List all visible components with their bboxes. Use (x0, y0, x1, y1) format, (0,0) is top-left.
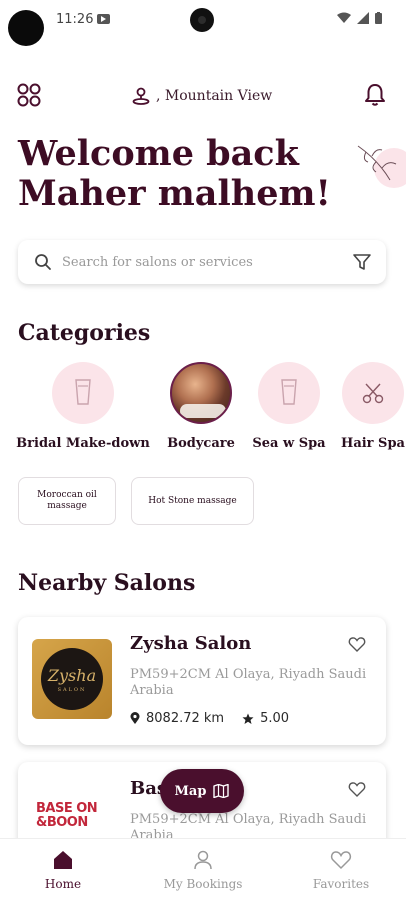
bell-icon[interactable] (362, 82, 388, 108)
top-bar: , Mountain View (0, 78, 406, 114)
favorite-heart-icon[interactable] (348, 780, 366, 798)
category-icon-circle (52, 362, 114, 424)
nav-favorites-label: Favorites (312, 877, 370, 891)
salon-address: PM59+2CM Al Olaya, Riyadh Saudi Arabia (130, 667, 367, 698)
category-label: Hair Spa (341, 436, 405, 451)
category-bridal-make-down[interactable]: Bridal Make-down (16, 362, 150, 451)
status-time: 11:26 (56, 12, 94, 27)
category-icon-circle (342, 362, 404, 424)
bottle-icon (281, 379, 297, 405)
location-label: , Mountain View (156, 88, 273, 104)
category-label: Sea w Spa (252, 436, 326, 451)
category-sea-w-spa[interactable]: Sea w Spa (250, 362, 328, 451)
map-icon (213, 784, 230, 798)
star-icon (242, 713, 254, 724)
salon-logo-script: Zysha (47, 665, 97, 685)
bottom-nav: Home My Bookings Favorites (0, 838, 406, 900)
salon-meta: 8082.72 km 5.00 (130, 711, 289, 726)
scissors-icon (362, 383, 384, 404)
search-input[interactable] (62, 254, 332, 270)
salon-logo-mark: Zysha SALON (41, 648, 103, 710)
camera-cutout (8, 10, 44, 46)
nav-home-label: Home (44, 877, 82, 891)
category-label: Bridal Make-down (16, 436, 150, 451)
front-camera (190, 8, 214, 32)
salon-logo-line-2: &BOON (36, 815, 88, 830)
nav-my-bookings[interactable]: My Bookings (148, 849, 258, 891)
categories-title: Categories (18, 320, 151, 346)
chip-moroccan-oil-massage[interactable]: Moroccan oil massage (18, 477, 116, 525)
nearby-salons-title: Nearby Salons (18, 570, 196, 596)
salon-distance: 8082.72 km (146, 711, 225, 726)
heart-icon (330, 851, 352, 870)
category-bodycare[interactable]: Bodycare (162, 362, 240, 451)
category-label: Bodycare (167, 436, 235, 451)
map-button-label: Map (174, 783, 207, 799)
category-hair-spa[interactable]: Hair Spa (338, 362, 406, 451)
salon-logo: Zysha SALON (32, 639, 112, 719)
battery-icon (375, 12, 382, 24)
filter-icon[interactable] (352, 252, 372, 272)
signal-icon (357, 12, 369, 24)
nav-my-bookings-label: My Bookings (163, 877, 243, 891)
floral-decoration-icon (357, 145, 406, 188)
status-icons (337, 12, 382, 24)
salon-logo-tag: SALON (57, 686, 87, 693)
nav-favorites[interactable]: Favorites (286, 849, 396, 891)
categories-list: Bridal Make-down Bodycare Sea w Spa Hair… (0, 362, 406, 462)
bodycare-photo (170, 362, 232, 424)
grid-menu-icon[interactable] (16, 82, 42, 108)
salon-logo-line-1: BASE ON (36, 801, 98, 816)
home-icon (54, 851, 72, 869)
favorite-heart-icon[interactable] (348, 635, 366, 653)
bottle-icon (75, 379, 91, 405)
salon-name: Zysha Salon (130, 633, 252, 654)
search-icon (35, 254, 51, 270)
welcome-user-name: Maher malhem! (18, 173, 331, 214)
location-pin-icon (132, 87, 150, 105)
welcome-heading: Welcome back Maher malhem! (18, 134, 331, 214)
map-button[interactable]: Map (160, 769, 244, 813)
user-icon (194, 850, 212, 870)
nav-home[interactable]: Home (8, 849, 118, 891)
salon-rating: 5.00 (260, 711, 290, 726)
chip-hot-stone-massage[interactable]: Hot Stone massage (131, 477, 254, 525)
location-pin-icon (130, 712, 140, 724)
salon-card[interactable]: Zysha SALON Zysha Salon PM59+2CM Al Olay… (18, 617, 386, 745)
notification-icon (97, 14, 110, 24)
search-bar[interactable] (18, 240, 386, 284)
category-icon-circle (258, 362, 320, 424)
status-bar: 11:26 (0, 0, 406, 46)
wifi-icon (337, 12, 351, 23)
welcome-line-1: Welcome back (18, 133, 299, 174)
location-selector[interactable]: , Mountain View (132, 82, 272, 110)
